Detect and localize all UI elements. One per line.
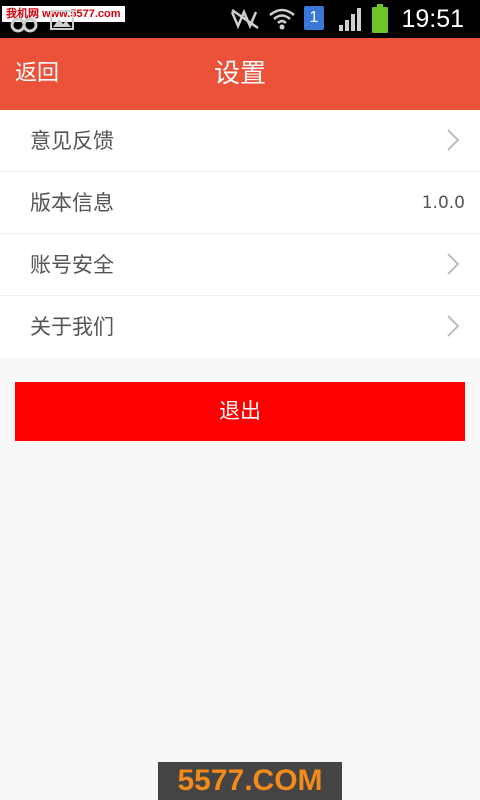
back-button[interactable]: 返回 [15,38,59,110]
chevron-right-icon [447,315,460,337]
sim-card-icon: 1 [304,6,324,30]
settings-item-feedback[interactable]: 意见反馈 [0,110,480,172]
chevron-right-icon [447,129,460,151]
settings-item-label: 关于我们 [30,315,114,339]
watermark-logo-text: 5577.COM [177,764,323,797]
header: 返回 设置 [0,38,480,110]
settings-item-label: 版本信息 [30,191,114,215]
status-time: 19:51 [401,5,464,33]
settings-item-label: 账号安全 [30,253,114,277]
version-value: 1.0.0 [421,193,465,213]
image-icon [50,10,74,30]
logout-button[interactable]: 退出 [15,382,465,441]
mute-icon [230,8,259,30]
page-title: 设置 [213,59,266,89]
settings-item-account-security[interactable]: 账号安全 [0,234,480,296]
signal-icon [339,8,361,31]
watermark-logo: 5577.COM [158,762,342,800]
chevron-right-icon [447,253,460,275]
settings-item-label: 意见反馈 [30,129,114,153]
settings-item-version[interactable]: 版本信息 1.0.0 [0,172,480,234]
battery-icon [372,4,388,33]
status-bar: 我机网 www.5577.com 1 19:51 [0,0,480,38]
link-icon [10,17,38,33]
wifi-icon [269,8,295,30]
settings-item-about-us[interactable]: 关于我们 [0,296,480,357]
settings-list: 意见反馈 版本信息 1.0.0 账号安全 关于我们 [0,110,480,357]
